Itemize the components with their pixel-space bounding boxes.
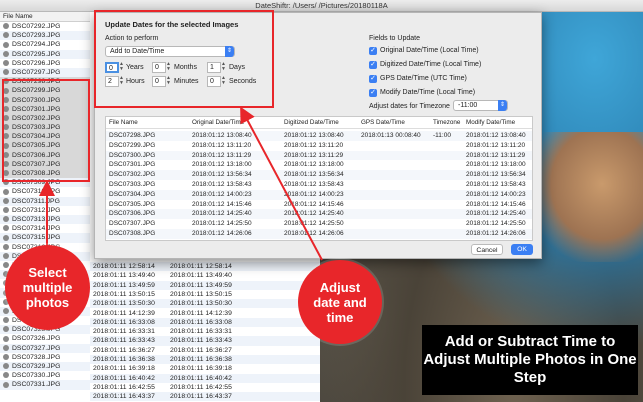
adjust-datetime-text: Adjust date and time: [313, 279, 367, 325]
select-photos-text: Select multiple photos: [22, 265, 73, 310]
select-photos-bubble: Select multiple photos: [5, 245, 90, 330]
promo-caption: Add or Subtract Time to Adjust Multiple …: [422, 325, 638, 395]
adjust-arrow: [240, 106, 323, 261]
adjust-datetime-bubble: Adjust date and time: [298, 260, 382, 344]
